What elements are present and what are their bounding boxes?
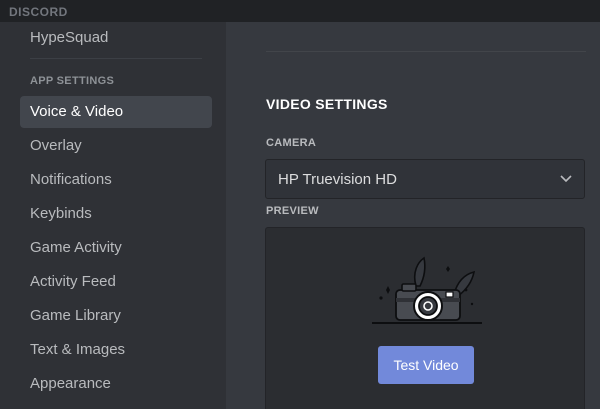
chevron-down-icon (560, 175, 572, 183)
video-preview-panel: Test Video (265, 227, 585, 409)
sidebar-item-game-activity[interactable]: Game Activity (20, 232, 212, 264)
content-divider (266, 51, 586, 52)
camera-illustration-icon (372, 256, 482, 324)
sidebar-item-game-library[interactable]: Game Library (20, 300, 212, 332)
settings-sidebar: HypeSquad APP SETTINGS Voice & Video Ove… (0, 22, 226, 409)
sidebar-item-voice-video[interactable]: Voice & Video (20, 96, 212, 128)
settings-content: VIDEO SETTINGS CAMERA HP Truevision HD P… (226, 22, 600, 409)
discord-wordmark: DISCORD (9, 5, 68, 19)
test-video-button[interactable]: Test Video (378, 346, 474, 384)
sidebar-divider (30, 58, 202, 59)
sidebar-item-notifications[interactable]: Notifications (20, 164, 212, 196)
sidebar-item-keybinds[interactable]: Keybinds (20, 198, 212, 230)
discord-window: DISCORD HypeSquad APP SETTINGS Voice & V… (0, 0, 600, 409)
sidebar-item-overlay[interactable]: Overlay (20, 130, 212, 162)
sidebar-item-text-images[interactable]: Text & Images (20, 334, 212, 366)
sidebar-item-appearance[interactable]: Appearance (20, 368, 212, 400)
sidebar-section-app-settings: APP SETTINGS (30, 75, 115, 87)
page-title: VIDEO SETTINGS (266, 96, 388, 112)
camera-label: CAMERA (266, 137, 317, 149)
title-bar: DISCORD (0, 0, 600, 22)
camera-select-value: HP Truevision HD (278, 171, 397, 188)
camera-select[interactable]: HP Truevision HD (265, 159, 585, 199)
sidebar-item-hypesquad[interactable]: HypeSquad (20, 22, 212, 54)
sidebar-item-activity-feed[interactable]: Activity Feed (20, 266, 212, 298)
preview-label: PREVIEW (266, 205, 319, 217)
